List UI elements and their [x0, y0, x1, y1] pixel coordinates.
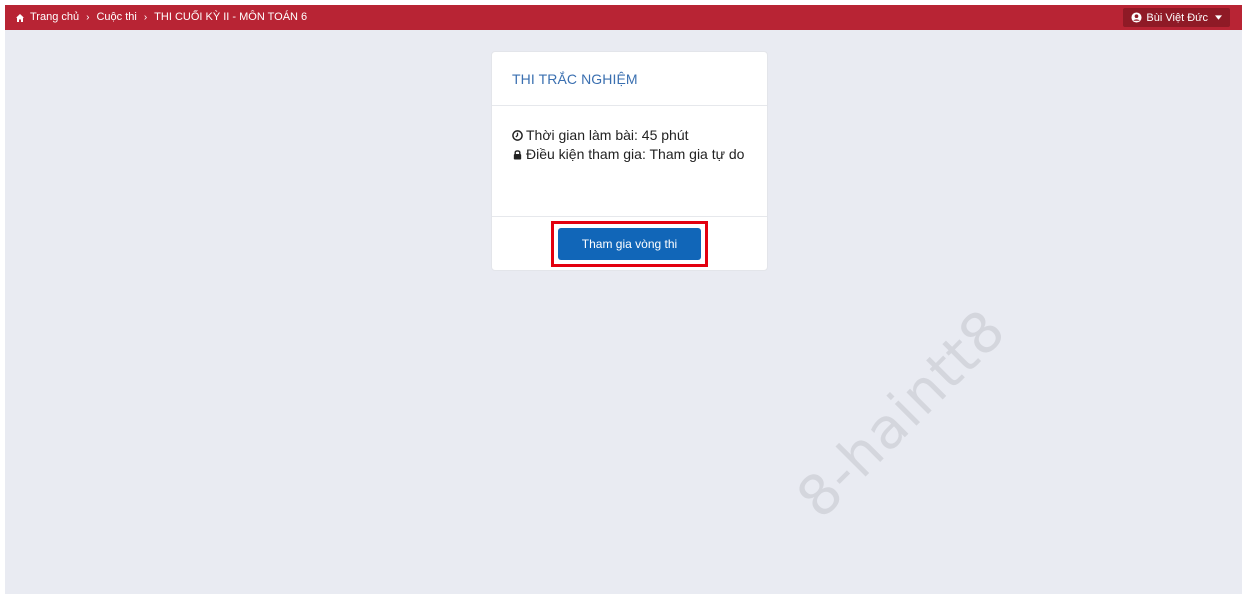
condition-line: Điều kiện tham gia: Tham gia tự do [512, 145, 747, 164]
exam-card-header: THI TRẮC NGHIỆM [492, 52, 767, 106]
user-name: Bùi Việt Đức [1146, 11, 1208, 24]
home-icon [16, 13, 24, 22]
breadcrumb-separator: › [86, 12, 90, 23]
exam-card-body: Thời gian làm bài: 45 phút Điều kiện tha… [492, 106, 767, 217]
join-round-button[interactable]: Tham gia vòng thi [558, 227, 701, 260]
lock-icon [513, 150, 522, 160]
top-navigation-bar: Trang chủ › Cuộc thi › THI CUỐI KỲ II - … [5, 5, 1242, 30]
duration-line: Thời gian làm bài: 45 phút [512, 126, 747, 145]
watermark-text: 8-haintt8 [785, 297, 1019, 531]
user-circle-icon [1131, 12, 1142, 23]
duration-text: Thời gian làm bài: 45 phút [526, 127, 689, 143]
breadcrumb: Trang chủ › Cuộc thi › THI CUỐI KỲ II - … [15, 5, 307, 30]
breadcrumb-competitions-link[interactable]: Cuộc thi [96, 5, 136, 30]
breadcrumb-current-page: THI CUỐI KỲ II - MÔN TOÁN 6 [154, 11, 308, 23]
clock-icon [512, 130, 523, 141]
caret-down-icon [1215, 15, 1222, 20]
condition-text: Điều kiện tham gia: Tham gia tự do [526, 146, 745, 162]
join-button-highlight: Tham gia vòng thi [551, 220, 708, 267]
exam-card: THI TRẮC NGHIỆM Thời gian làm bài: 45 ph… [491, 51, 768, 271]
user-menu-dropdown[interactable]: Bùi Việt Đức [1123, 8, 1230, 27]
breadcrumb-home-link[interactable]: Trang chủ [30, 5, 79, 30]
exam-card-title: THI TRẮC NGHIỆM [512, 70, 638, 87]
main-content: THI TRẮC NGHIỆM Thời gian làm bài: 45 ph… [5, 30, 1242, 594]
exam-card-footer: Tham gia vòng thi [492, 217, 767, 270]
page: Trang chủ › Cuộc thi › THI CUỐI KỲ II - … [0, 0, 1252, 594]
breadcrumb-separator: › [143, 12, 148, 23]
